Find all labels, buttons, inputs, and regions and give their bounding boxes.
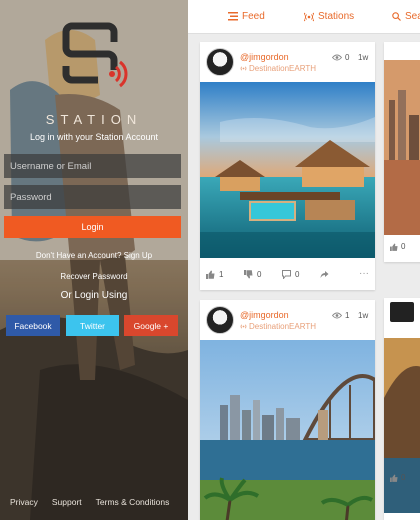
like-button[interactable]: 0 xyxy=(390,242,405,251)
support-link[interactable]: Support xyxy=(52,497,82,507)
password-field[interactable] xyxy=(4,185,181,209)
tab-search[interactable]: Sea xyxy=(392,11,420,22)
list-icon xyxy=(228,12,238,21)
login-heading: Log in with your Station Account xyxy=(29,132,159,142)
post-card[interactable]: @jimgordon DestinationEARTH 0 1w 1 0 0 ·… xyxy=(200,42,375,290)
post-author[interactable]: @jimgordon xyxy=(240,52,289,62)
station-name: DestinationEARTH xyxy=(249,64,316,73)
view-count: 0 xyxy=(332,53,349,62)
username-field[interactable] xyxy=(4,154,181,178)
feed-area: Feed Stations Sea @jimgordon xyxy=(188,0,420,520)
thumbs-down-icon xyxy=(244,269,253,278)
thumbs-up-icon xyxy=(206,270,215,279)
comment-button[interactable]: 0 xyxy=(282,269,314,279)
tab-search-label: Sea xyxy=(405,11,420,22)
eye-icon xyxy=(332,312,342,319)
more-icon[interactable]: ··· xyxy=(359,268,369,279)
tab-stations-label: Stations xyxy=(318,11,355,22)
post-photo-partial[interactable] xyxy=(384,60,420,235)
like-count: 0 xyxy=(401,473,406,482)
broadcast-icon xyxy=(240,324,247,329)
login-button[interactable]: Login xyxy=(4,216,181,238)
comment-count: 0 xyxy=(295,269,300,279)
signup-link[interactable]: Don't Have an Account? Sign Up xyxy=(0,251,188,260)
eye-icon xyxy=(332,54,342,61)
avatar[interactable] xyxy=(390,302,414,322)
post-card-partial[interactable]: 0 xyxy=(384,42,420,262)
post-card[interactable]: @jimgordon DestinationEARTH 1 1w xyxy=(200,300,375,520)
twitter-login-button[interactable]: Twitter xyxy=(66,315,119,336)
tab-stations[interactable]: Stations xyxy=(304,11,354,22)
thumbs-up-icon xyxy=(390,242,398,251)
post-actions: 1 0 0 ··· xyxy=(200,264,375,284)
broadcast-icon xyxy=(240,66,247,71)
dislike-count: 0 xyxy=(257,269,262,279)
comment-icon xyxy=(282,269,291,279)
like-count: 0 xyxy=(401,242,406,251)
tab-bar: Feed Stations Sea xyxy=(188,0,420,34)
or-login-label: Or Login Using xyxy=(60,290,128,301)
station-logo-icon xyxy=(62,22,128,88)
station-name: DestinationEARTH xyxy=(249,322,316,331)
search-icon xyxy=(392,12,401,21)
dislike-button[interactable]: 0 xyxy=(244,269,276,279)
post-author[interactable]: @jimgordon xyxy=(240,310,289,320)
share-button[interactable] xyxy=(320,270,352,279)
post-photo-resort[interactable] xyxy=(200,82,375,258)
like-count: 1 xyxy=(219,269,224,279)
view-count: 1 xyxy=(332,311,349,320)
google-login-button[interactable]: Google + xyxy=(124,315,178,336)
privacy-link[interactable]: Privacy xyxy=(10,497,38,507)
post-time: 1w xyxy=(358,53,369,62)
view-count-value: 1 xyxy=(345,311,350,320)
footer-links: Privacy Support Terms & Conditions xyxy=(10,497,169,507)
broadcast-icon xyxy=(304,12,314,21)
facebook-login-button[interactable]: Facebook xyxy=(6,315,60,336)
avatar[interactable] xyxy=(206,306,234,334)
thumbs-up-icon xyxy=(390,473,398,482)
post-photo-city[interactable] xyxy=(200,340,375,520)
tab-feed-label: Feed xyxy=(242,11,265,22)
avatar[interactable] xyxy=(206,48,234,76)
tab-feed[interactable]: Feed xyxy=(228,11,265,22)
like-button[interactable]: 0 xyxy=(390,473,405,482)
post-time: 1w xyxy=(358,311,369,320)
recover-password-link[interactable]: Recover Password xyxy=(0,272,188,281)
terms-link[interactable]: Terms & Conditions xyxy=(96,497,170,507)
share-icon xyxy=(320,270,329,278)
post-photo-partial[interactable] xyxy=(384,338,420,513)
brand-name: STATION xyxy=(45,112,143,127)
view-count-value: 0 xyxy=(345,53,350,62)
post-station[interactable]: DestinationEARTH xyxy=(240,64,316,73)
login-panel: STATION Log in with your Station Account… xyxy=(0,0,188,520)
post-station[interactable]: DestinationEARTH xyxy=(240,322,316,331)
like-button[interactable]: 1 xyxy=(206,270,238,279)
post-card-partial[interactable]: 0 xyxy=(384,298,420,520)
